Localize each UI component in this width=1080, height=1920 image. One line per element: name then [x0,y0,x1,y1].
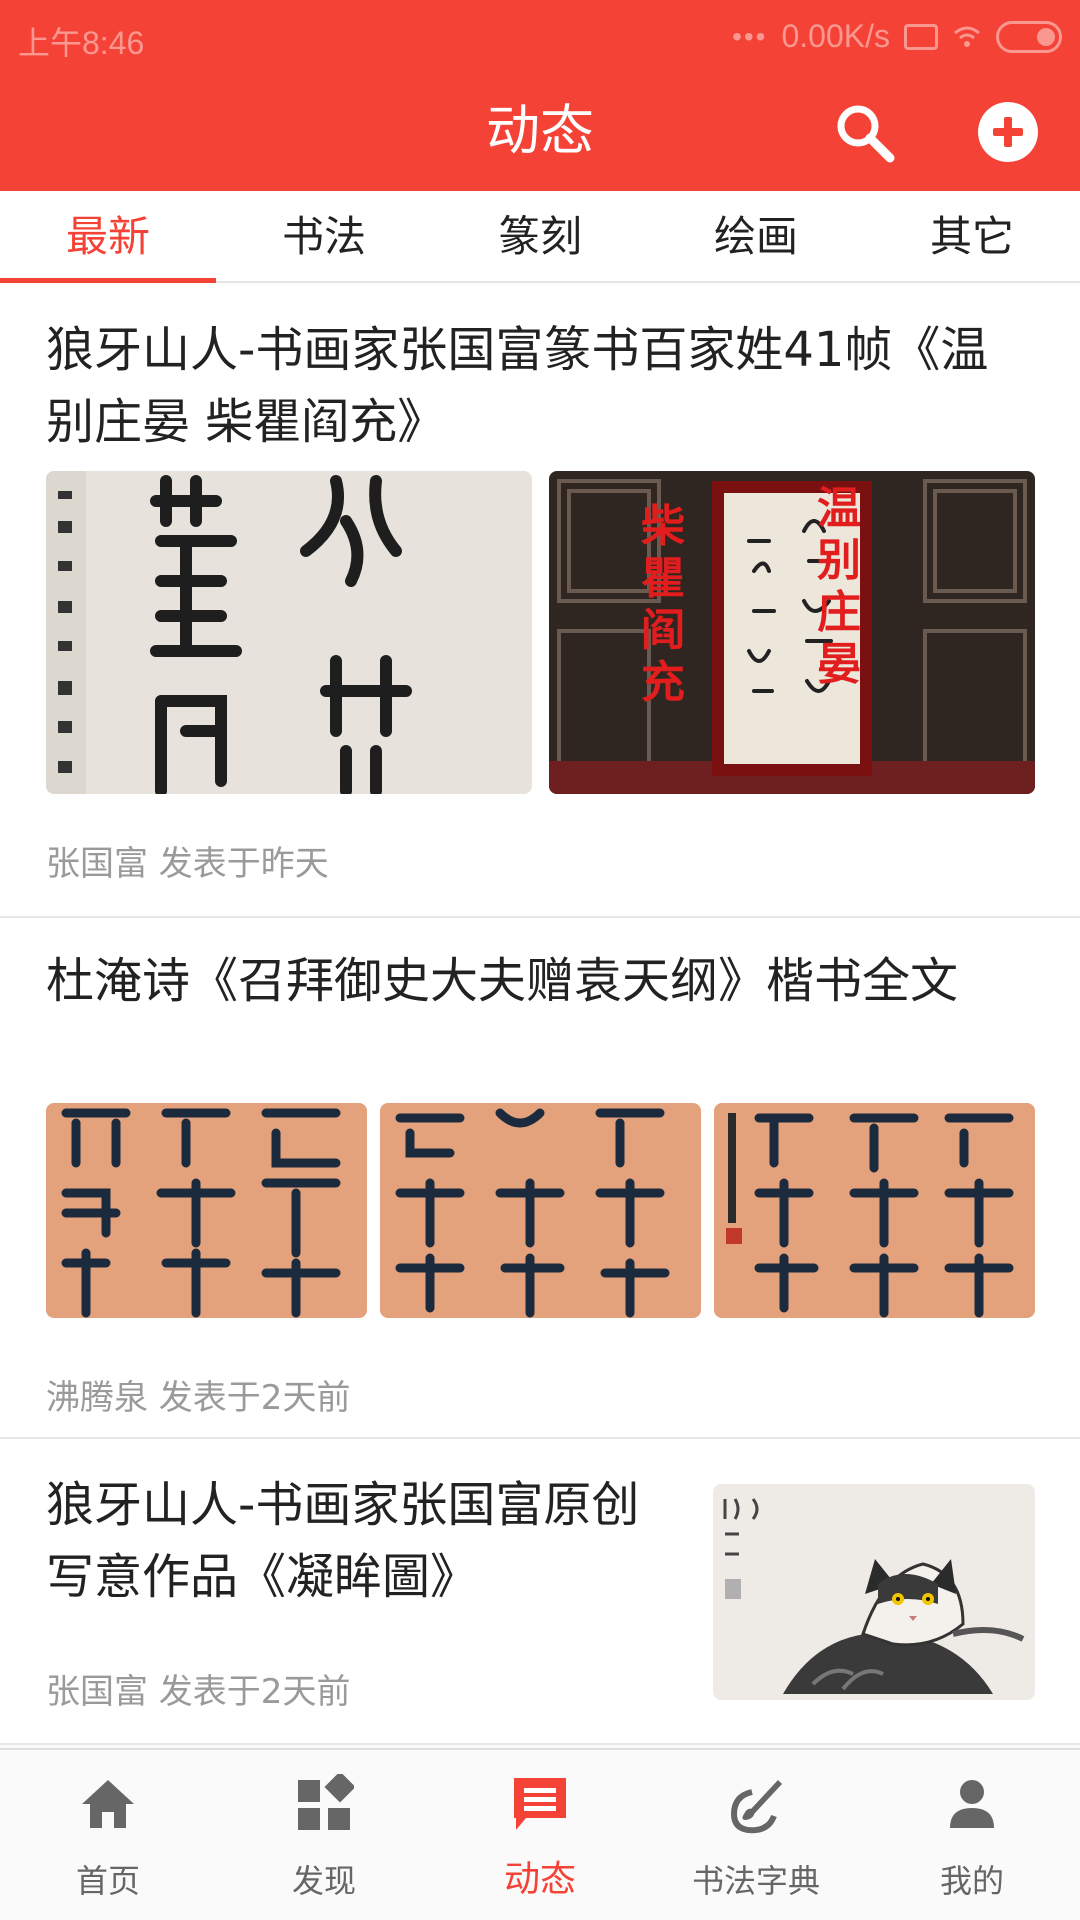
post-title[interactable]: 狼牙山人-书画家张国富篆书百家姓41帧《温别庄晏 柴瞿阎充》 [0,314,1080,458]
more-dots-icon: ••• [732,20,768,52]
nav-label: 首页 [75,1862,140,1900]
svg-text:阎: 阎 [641,605,685,656]
bottom-nav: 首页 发现 动态 书法字典 我的 [0,1748,1080,1920]
post-thumbnail[interactable] [713,1484,1035,1700]
nav-home[interactable]: 首页 [0,1750,216,1920]
status-right: ••• 0.00K/s [732,18,1062,55]
tab-calligraphy[interactable]: 书法 [216,191,432,281]
svg-text:晏: 晏 [817,639,861,690]
page-title: 动态 [486,99,594,162]
category-tabs: 最新 书法 篆刻 绘画 其它 [0,191,1080,283]
feed-card[interactable]: 狼牙山人-书画家张国富原创写意作品《凝眸圖》 张国富 发表于2天前 [0,1439,1080,1745]
post-meta: 沸腾泉 发表于2天前 [46,1378,351,1418]
svg-text:瞿: 瞿 [641,553,685,604]
post-image[interactable]: 柴 瞿 阎 充 温 别 庄 晏 [549,471,1035,794]
tab-painting[interactable]: 绘画 [648,191,864,281]
message-icon [514,1778,566,1830]
wifi-icon [954,26,980,47]
feed-card[interactable]: 杜淹诗《召拜御史大夫赠袁天纲》楷书全文 沸腾泉 发表于2天前 [0,918,1080,1439]
svg-text:柴: 柴 [641,501,685,552]
app-header: 上午8:46 ••• 0.00K/s 动态 [0,0,1080,191]
tab-latest[interactable]: 最新 [0,191,216,283]
post-image[interactable] [46,1103,367,1318]
svg-text:别: 别 [817,535,861,586]
post-image[interactable] [380,1103,701,1318]
nav-label: 发现 [291,1862,356,1900]
svg-text:温: 温 [817,483,861,534]
post-meta: 张国富 发表于2天前 [46,1672,351,1712]
post-image[interactable] [714,1103,1035,1318]
network-speed: 0.00K/s [781,18,890,54]
sim-icon [904,23,938,50]
post-title[interactable]: 杜淹诗《召拜御史大夫赠袁天纲》楷书全文 [0,945,1080,1017]
nav-label: 我的 [939,1862,1004,1900]
feed-card[interactable]: 狼牙山人-书画家张国富篆书百家姓41帧《温别庄晏 柴瞿阎充》 柴 瞿 阎 充 温… [0,285,1080,918]
discover-icon [298,1774,354,1830]
post-image[interactable] [46,471,532,794]
nav-feed[interactable]: 动态 [432,1750,648,1920]
nav-label: 书法字典 [691,1862,820,1900]
nav-discover[interactable]: 发现 [216,1750,432,1920]
person-icon [950,1780,994,1828]
battery-icon [996,20,1062,53]
post-meta: 张国富 发表于昨天 [46,844,329,884]
search-button[interactable] [832,100,898,166]
add-post-button[interactable] [978,102,1038,162]
nav-label: 动态 [503,1859,576,1900]
svg-text:庄: 庄 [817,587,861,638]
svg-text:充: 充 [641,657,685,708]
tab-seal-carving[interactable]: 篆刻 [432,191,648,281]
home-icon [82,1780,134,1828]
brush-icon [730,1780,782,1834]
nav-profile[interactable]: 我的 [864,1750,1080,1920]
status-time: 上午8:46 [18,25,145,61]
search-icon [837,105,895,163]
post-title[interactable]: 狼牙山人-书画家张国富原创写意作品《凝眸圖》 [0,1469,700,1613]
nav-dictionary[interactable]: 书法字典 [648,1750,864,1920]
tab-other[interactable]: 其它 [864,191,1080,281]
feed-list: 狼牙山人-书画家张国富篆书百家姓41帧《温别庄晏 柴瞿阎充》 柴 瞿 阎 充 温… [0,285,1080,1745]
status-bar: 上午8:46 ••• 0.00K/s [0,0,1080,76]
